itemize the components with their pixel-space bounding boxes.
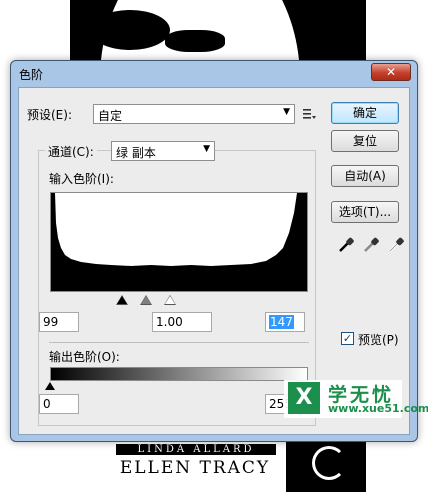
output-gradient-bar: [50, 367, 308, 381]
input-gamma-value: 1.00: [156, 315, 183, 329]
output-black-slider[interactable]: [45, 382, 55, 390]
input-black-field[interactable]: 99: [39, 312, 79, 332]
channel-label: 通道(C):: [45, 143, 97, 160]
channel-select[interactable]: 绿 副本 ▼: [111, 141, 215, 161]
input-white-field[interactable]: 147: [265, 312, 305, 332]
brand-line-1: LINDA ALLARD: [116, 444, 276, 455]
swirl-logo-icon: [312, 446, 346, 480]
photo-hair-region: [90, 10, 170, 50]
preset-label: 预设(E):: [27, 108, 72, 122]
preview-checkbox[interactable]: ✓: [341, 332, 354, 345]
watermark-url: www.xue51.com: [328, 402, 428, 415]
dialog-title: 色阶: [19, 68, 44, 82]
photo-hair-region: [165, 30, 225, 52]
close-button[interactable]: ✕: [371, 63, 411, 81]
chevron-down-icon: ▼: [283, 107, 290, 117]
photo-logo-block: [286, 438, 366, 492]
output-black-field[interactable]: 0: [39, 394, 79, 414]
input-black-value: 99: [43, 315, 59, 329]
gray-eyedropper-icon[interactable]: [362, 236, 380, 254]
options-button[interactable]: 选项(T)...: [331, 201, 399, 223]
chevron-down-icon: ▼: [203, 144, 210, 154]
close-icon: ✕: [385, 65, 397, 79]
watermark: X 学无忧 www.xue51.com: [284, 380, 428, 418]
white-eyedropper-icon[interactable]: [387, 236, 405, 254]
channel-value: 绿 副本: [116, 146, 156, 160]
input-black-slider[interactable]: [117, 296, 127, 304]
output-levels-label: 输出色阶(O):: [49, 350, 120, 364]
preset-options-icon[interactable]: [301, 106, 317, 122]
checkmark-icon: ✓: [342, 332, 353, 345]
brand-line-2: ELLEN TRACY: [119, 458, 271, 478]
output-black-value: 0: [43, 397, 51, 411]
watermark-logo-icon: X: [288, 382, 320, 414]
auto-button[interactable]: 自动(A): [331, 165, 399, 187]
preset-value: 自定: [98, 109, 123, 123]
input-gamma-field[interactable]: 1.00: [152, 312, 212, 332]
histogram-bars: [51, 193, 307, 291]
preview-label: 预览(P): [358, 333, 399, 347]
preset-select[interactable]: 自定 ▼: [93, 104, 295, 124]
input-white-slider[interactable]: [165, 296, 175, 304]
histogram: [50, 192, 308, 292]
dialog-titlebar[interactable]: 色阶 ✕: [11, 61, 417, 87]
ok-button[interactable]: 确定: [331, 102, 399, 124]
reset-button[interactable]: 复位: [331, 130, 399, 152]
input-white-value: 147: [269, 315, 294, 329]
separator: [49, 342, 309, 343]
input-levels-label: 输入色阶(I):: [49, 172, 114, 186]
input-gray-slider[interactable]: [141, 296, 151, 304]
black-eyedropper-icon[interactable]: [337, 236, 355, 254]
